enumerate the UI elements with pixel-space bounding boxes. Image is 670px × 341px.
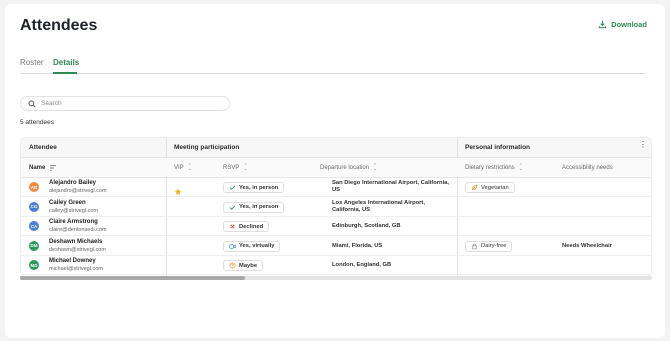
departure-location: London, England, GB — [332, 262, 392, 269]
column-vip[interactable]: VIP ⌃ ⌄ — [174, 163, 192, 172]
column-rsvp-label: RSVP — [223, 165, 240, 171]
attendee-email: deshawn@strivegl.com — [49, 246, 106, 253]
rsvp-label: Declined — [239, 223, 264, 230]
avatar: AB — [29, 182, 39, 192]
search-box[interactable] — [20, 96, 230, 111]
gb-flag-icon — [320, 261, 328, 267]
tab-roster[interactable]: Roster — [20, 58, 44, 67]
column-dietary[interactable]: Dietary restrictions ⌃ ⌄ — [465, 163, 523, 172]
sort-icon: ⌃ ⌄ — [373, 163, 378, 172]
x-icon — [229, 223, 236, 230]
rsvp-badge: Maybe — [223, 260, 264, 272]
group-personal-information: Personal information — [465, 144, 531, 151]
us-flag-icon — [320, 183, 328, 189]
departure-location: Miami, Florida, US — [332, 242, 383, 249]
column-accessibility[interactable]: Accessibility needs — [562, 165, 613, 171]
attendees-table: Attendee Meeting participation Personal … — [20, 137, 652, 277]
scrollbar-thumb[interactable] — [20, 276, 245, 280]
us-flag-icon — [320, 203, 328, 209]
departure-location: San Diego International Airport, Califor… — [332, 180, 450, 193]
attendee-email: cailey@strivegl.com — [49, 207, 98, 214]
avatar: CG — [29, 201, 39, 212]
rsvp-label: Maybe — [239, 262, 258, 269]
rsvp-badge: Yes, virtually — [223, 240, 281, 252]
attendee-name: Cailey Green — [49, 199, 86, 206]
attendees-card: Attendees Download Roster Details 5 atte… — [5, 4, 665, 338]
table-row[interactable]: MD Michael Downey michael@strivegl.com Mayb… — [21, 256, 651, 276]
carton-icon — [471, 243, 478, 250]
dietary-badge: Vegetarian — [465, 182, 515, 193]
group-meeting-participation: Meeting participation — [174, 144, 240, 151]
column-accessibility-label: Accessibility needs — [562, 165, 613, 171]
rsvp-label: Yes, virtually — [239, 243, 275, 250]
attendee-name: Michael Downey — [49, 258, 96, 265]
departure-location: Los Angeles International Airport, Calif… — [332, 199, 425, 213]
sort-icon: ⌃ ⌄ — [187, 163, 192, 172]
sort-icon: ⌃ ⌄ — [243, 163, 248, 172]
column-name-label: Name — [29, 165, 46, 171]
search-input[interactable] — [41, 100, 211, 107]
avatar: CA — [29, 221, 39, 232]
column-vip-label: VIP — [174, 165, 184, 171]
rsvp-label: Yes, in person — [239, 184, 279, 191]
download-icon — [599, 20, 607, 29]
rsvp-badge: Yes, in person — [223, 182, 285, 193]
vip-star-icon — [174, 183, 182, 195]
avatar: DM — [29, 240, 39, 251]
more-options-icon[interactable]: ⋮ — [639, 141, 647, 149]
accessibility-need: Needs Wheelchair — [562, 242, 612, 249]
attendee-email: claire@dentonsedi.com — [49, 227, 107, 234]
gb-flag-icon — [320, 222, 328, 228]
table-row[interactable]: AB Alejandro Bailey alejandro@strivegl.com… — [21, 178, 651, 197]
attendee-name: Claire Armstrong — [49, 219, 98, 226]
check-icon — [229, 184, 236, 191]
rsvp-badge: Yes, in person — [223, 201, 285, 213]
dietary-label: Vegetarian — [481, 184, 509, 191]
table-row[interactable]: CA Claire Armstrong claire@dentonsedi.com D… — [21, 217, 651, 237]
group-attendee: Attendee — [29, 144, 57, 151]
tab-details[interactable]: Details — [53, 58, 79, 67]
column-name[interactable]: Name — [29, 165, 57, 171]
us-flag-icon — [320, 242, 328, 248]
attendee-email: alejandro@strivegl.com — [49, 188, 107, 194]
dietary-label: Dairy-free — [481, 243, 507, 250]
column-dietary-label: Dietary restrictions — [465, 165, 515, 171]
dietary-badge: Dairy-free — [465, 240, 513, 252]
check-icon — [229, 204, 236, 211]
search-icon — [28, 99, 36, 108]
active-tab-indicator — [53, 72, 77, 74]
attendee-name: Alejandro Bailey — [49, 180, 97, 186]
column-departure-label: Departure location — [320, 165, 370, 171]
table-row[interactable]: CG Cailey Green cailey@strivegl.com Yes, in… — [21, 198, 651, 217]
attendee-count: 5 attendees — [20, 119, 54, 126]
download-label: Download — [611, 20, 647, 29]
column-header-row: Name VIP ⌃ ⌄ RSVP ⌃ ⌄ Departure location ⌃… — [21, 158, 651, 178]
leaf-icon — [471, 184, 478, 191]
departure-location: Edinburgh, Scotland, GB — [332, 223, 401, 230]
sort-descending-icon — [50, 165, 57, 171]
attendee-email: michael@strivegl.com — [49, 266, 103, 273]
rsvp-label: Yes, in person — [239, 204, 279, 211]
column-rsvp[interactable]: RSVP ⌃ ⌄ — [223, 163, 248, 172]
column-departure[interactable]: Departure location ⌃ ⌄ — [320, 163, 378, 172]
rsvp-badge: Declined — [223, 221, 270, 233]
download-button[interactable]: Download — [598, 20, 647, 29]
tab-bar: Roster Details — [20, 54, 645, 74]
horizontal-scrollbar[interactable] — [20, 276, 652, 280]
attendee-name: Deshawn Michaels — [49, 238, 103, 245]
question-icon — [229, 262, 236, 269]
avatar: MD — [29, 260, 39, 271]
sort-icon: ⌃ ⌄ — [518, 163, 523, 172]
column-group-header: Attendee Meeting participation Personal … — [21, 138, 651, 158]
table-row[interactable]: DM Deshawn Michaels deshawn@strivegl.com Ye… — [21, 237, 651, 256]
page-title: Attendees — [20, 17, 98, 34]
video-icon — [229, 243, 236, 250]
